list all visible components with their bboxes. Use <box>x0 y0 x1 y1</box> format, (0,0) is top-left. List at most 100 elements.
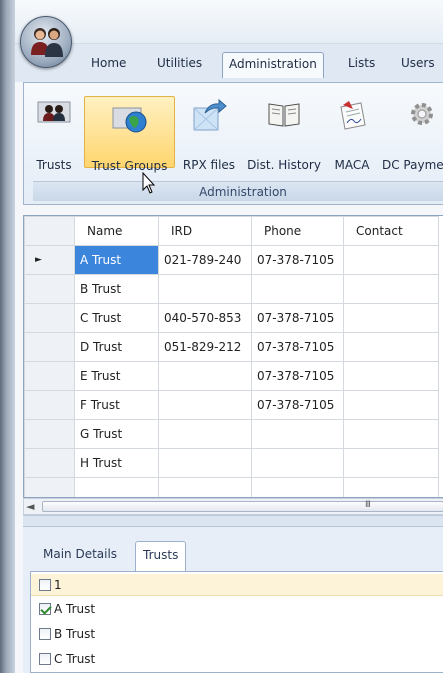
table-row[interactable]: B Trust <box>24 274 439 304</box>
horizontal-scrollbar[interactable]: ◄ III <box>23 498 443 515</box>
cell-contact[interactable] <box>343 419 439 449</box>
row-header[interactable] <box>24 419 75 449</box>
row-header[interactable] <box>24 361 75 391</box>
trust-groups-button[interactable]: Trust Groups <box>84 96 175 173</box>
cell-phone[interactable] <box>251 448 344 478</box>
dist-history-button[interactable]: Dist. History <box>242 83 326 183</box>
table-row[interactable]: C Trust 040-570-853 07-378-7105 <box>24 303 439 333</box>
cell-ird[interactable]: 040-570-853 <box>158 303 252 333</box>
cell-phone[interactable] <box>251 477 344 497</box>
cell-name[interactable]: E Trust <box>74 361 159 391</box>
ribbon-group-label: Administration <box>33 181 443 201</box>
cell-ird[interactable] <box>158 448 252 478</box>
cell-phone[interactable] <box>251 419 344 449</box>
cell-name[interactable]: F Trust <box>74 390 159 420</box>
cell-ird[interactable] <box>158 390 252 420</box>
row-header[interactable] <box>24 448 75 478</box>
ribbon-tab-bar: Home Utilities Administration Lists User… <box>15 44 443 82</box>
cell-phone[interactable]: 07-378-7105 <box>251 245 344 275</box>
list-item[interactable]: C Trust <box>39 648 95 670</box>
column-header-contact[interactable]: Contact <box>343 216 439 246</box>
trusts-button[interactable]: Trusts <box>26 83 82 183</box>
cell-phone[interactable] <box>251 274 344 304</box>
row-header[interactable] <box>24 332 75 362</box>
rpx-files-button[interactable]: RPX files <box>177 83 241 183</box>
list-item[interactable]: B Trust <box>39 623 95 645</box>
grid-header-row: Name IRD Phone Contact <box>24 216 439 246</box>
dc-payments-button-label: DC Payme <box>382 158 443 172</box>
column-header-phone[interactable]: Phone <box>251 216 344 246</box>
cell-contact[interactable] <box>343 303 439 333</box>
cell-phone[interactable]: 07-378-7105 <box>251 361 344 391</box>
cell-ird[interactable]: 051-829-212 <box>158 332 252 362</box>
cell-name[interactable]: A Trust <box>74 245 159 275</box>
table-row[interactable]: D Trust 051-829-212 07-378-7105 <box>24 332 439 362</box>
list-item[interactable]: A Trust <box>39 598 95 620</box>
cell-phone[interactable]: 07-378-7105 <box>251 332 344 362</box>
trusts-checklist: 1 A Trust B Trust C Trust <box>30 571 443 673</box>
people-icon <box>31 28 63 57</box>
column-header-ird[interactable]: IRD <box>158 216 252 246</box>
tab-main-details[interactable]: Main Details <box>36 541 124 569</box>
trusts-button-label: Trusts <box>36 158 72 172</box>
splitter[interactable] <box>23 515 443 527</box>
current-row-indicator: ► <box>24 245 75 275</box>
tab-utilities[interactable]: Utilities <box>151 52 208 76</box>
checkbox[interactable] <box>39 628 51 640</box>
mouse-pointer-icon <box>142 172 156 194</box>
checkbox[interactable] <box>39 653 51 665</box>
cell-ird[interactable] <box>158 419 252 449</box>
checkbox[interactable] <box>39 579 51 591</box>
book-icon <box>268 103 300 127</box>
cell-contact[interactable] <box>343 477 439 497</box>
dc-payments-button[interactable]: DC Payme <box>378 83 443 183</box>
row-header[interactable] <box>24 303 75 333</box>
application-menu-button[interactable] <box>20 16 72 68</box>
cell-name[interactable]: C Trust <box>74 303 159 333</box>
cell-name[interactable]: D Trust <box>74 332 159 362</box>
table-row[interactable]: H Trust <box>24 448 439 478</box>
tab-users[interactable]: Users <box>395 52 441 76</box>
cell-phone[interactable]: 07-378-7105 <box>251 303 344 333</box>
list-item-label: A Trust <box>54 602 96 616</box>
cell-name[interactable]: B Trust <box>74 274 159 304</box>
table-row[interactable]: G Trust <box>24 419 439 449</box>
tab-administration[interactable]: Administration <box>222 52 324 78</box>
table-row[interactable]: ► A Trust 021-789-240 07-378-7105 <box>24 245 439 275</box>
maca-button[interactable]: MACA <box>327 83 377 183</box>
list-item-label: B Trust <box>54 627 96 641</box>
trust-groups-button-label: Trust Groups <box>91 159 168 173</box>
column-header-name[interactable]: Name <box>74 216 159 246</box>
cell-name[interactable] <box>74 477 159 497</box>
cell-phone[interactable]: 07-378-7105 <box>251 390 344 420</box>
globe-group-icon <box>112 107 146 133</box>
table-row[interactable]: E Trust 07-378-7105 <box>24 361 439 391</box>
scrollbar-thumb[interactable]: III <box>42 500 443 512</box>
cell-name[interactable]: G Trust <box>74 419 159 449</box>
cell-contact[interactable] <box>343 390 439 420</box>
window-frame-left <box>0 0 15 673</box>
tab-trusts[interactable]: Trusts <box>135 541 187 571</box>
cell-contact[interactable] <box>343 361 439 391</box>
table-row[interactable]: F Trust 07-378-7105 <box>24 390 439 420</box>
row-header[interactable] <box>24 274 75 304</box>
scroll-left-icon[interactable]: ◄ <box>26 500 34 513</box>
row-header[interactable] <box>24 477 75 497</box>
cell-ird[interactable] <box>158 477 252 497</box>
cell-ird[interactable] <box>158 361 252 391</box>
row-header[interactable] <box>24 390 75 420</box>
list-item[interactable]: 1 <box>31 574 443 596</box>
table-row[interactable] <box>24 477 439 497</box>
cell-contact[interactable] <box>343 274 439 304</box>
cell-name[interactable]: H Trust <box>74 448 159 478</box>
cell-contact[interactable] <box>343 332 439 362</box>
tab-home[interactable]: Home <box>85 52 132 76</box>
scrollbar-grip: III <box>365 500 371 510</box>
cell-ird[interactable]: 021-789-240 <box>158 245 252 275</box>
checkbox-checked[interactable] <box>39 603 51 615</box>
cell-ird[interactable] <box>158 274 252 304</box>
tab-lists[interactable]: Lists <box>342 52 381 76</box>
cell-contact[interactable] <box>343 245 439 275</box>
signed-document-icon <box>340 101 366 130</box>
cell-contact[interactable] <box>343 448 439 478</box>
